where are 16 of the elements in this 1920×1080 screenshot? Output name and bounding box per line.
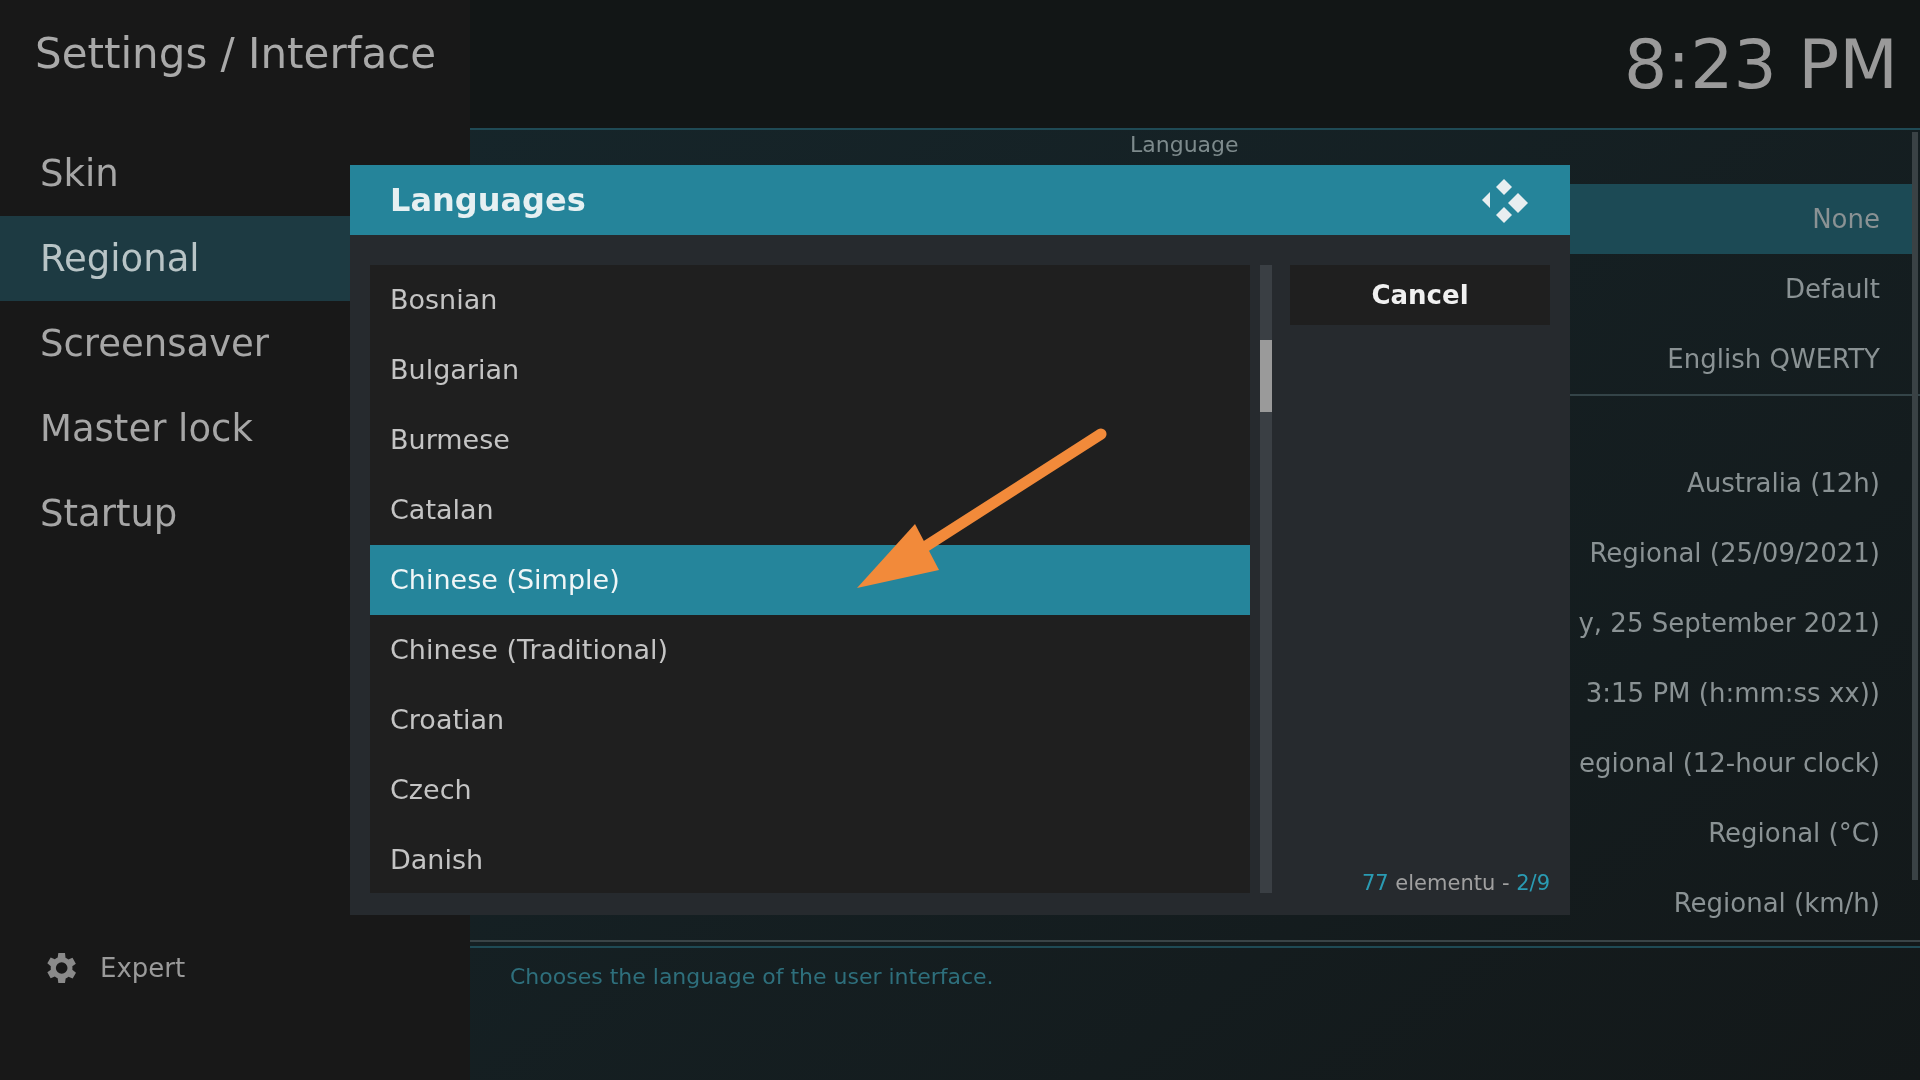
section-title: Language	[1130, 132, 1239, 157]
scrollbar-thumb	[1260, 340, 1272, 412]
language-item[interactable]: Chinese (Traditional)	[370, 615, 1250, 685]
page-title: Settings / Interface	[35, 29, 437, 78]
clock: 8:23 PM	[1624, 24, 1898, 106]
description-text: Chooses the language of the user interface.	[510, 964, 994, 989]
expert-button[interactable]: Expert	[0, 948, 196, 988]
item-count: 77 elementu - 2/9	[1361, 869, 1550, 897]
language-item[interactable]: Croatian	[370, 685, 1250, 755]
language-item[interactable]: Burmese	[370, 405, 1250, 475]
language-item[interactable]: Danish	[370, 825, 1250, 895]
language-item[interactable]: Bulgarian	[370, 335, 1250, 405]
cancel-button[interactable]: Cancel	[1290, 265, 1550, 325]
language-item[interactable]: Chinese (Simple)	[370, 545, 1250, 615]
language-item[interactable]: Catalan	[370, 475, 1250, 545]
language-item[interactable]: Czech	[370, 755, 1250, 825]
